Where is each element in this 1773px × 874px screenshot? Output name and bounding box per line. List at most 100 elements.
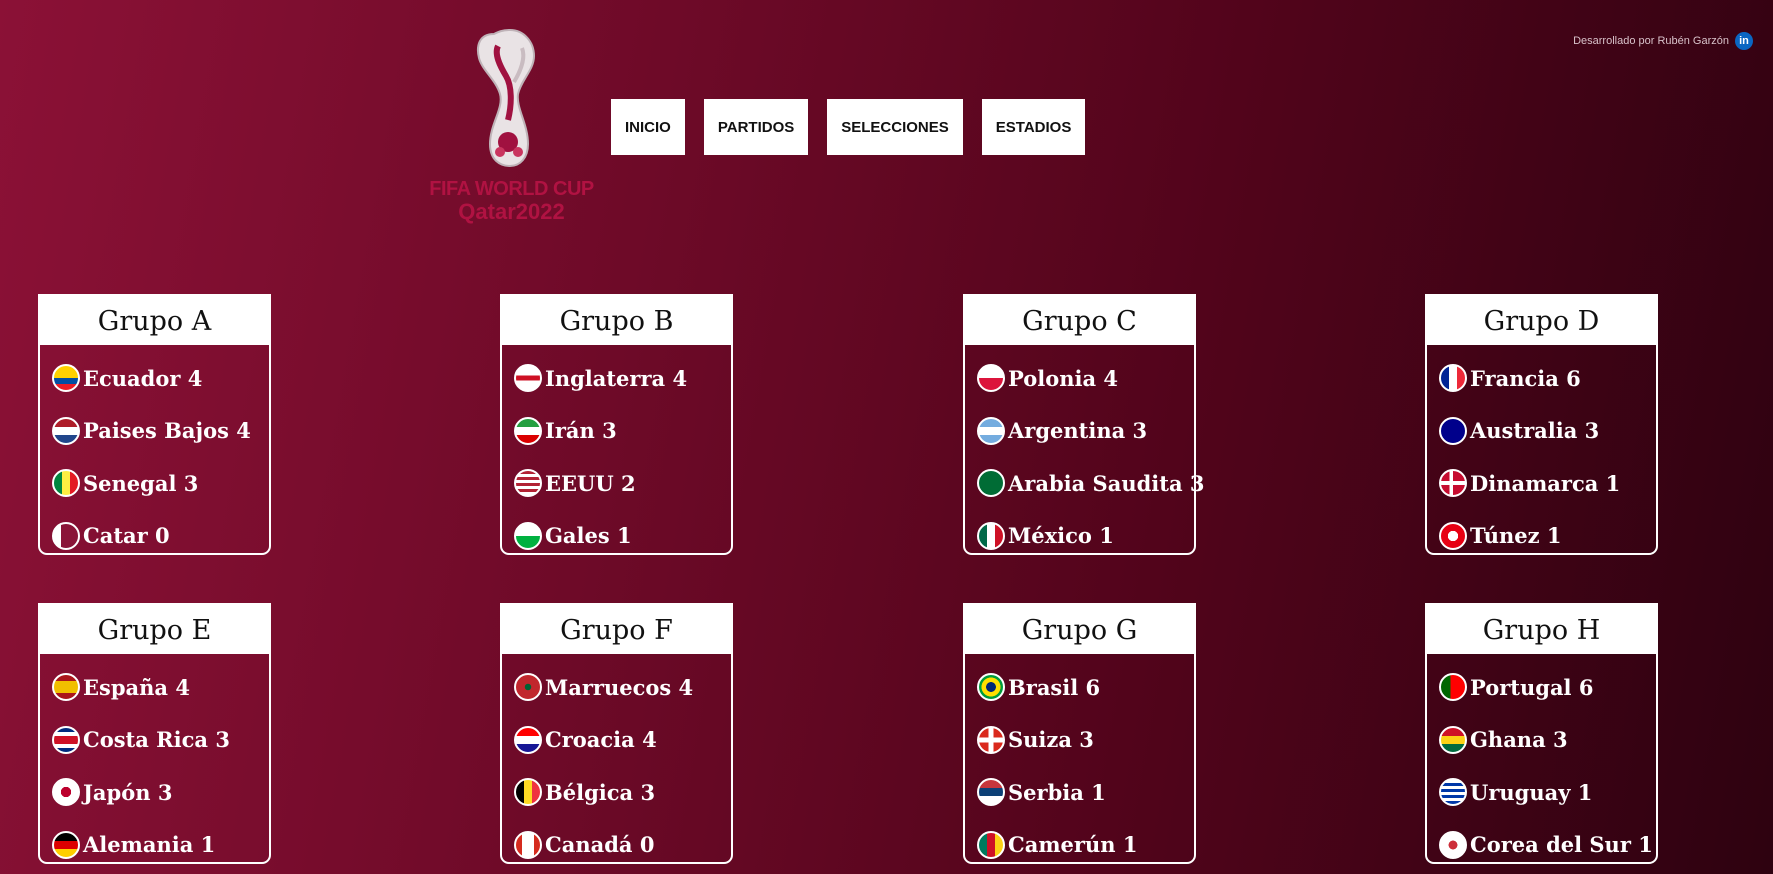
team-name: Túnez — [1470, 523, 1540, 549]
team-row[interactable]: Marruecos 4 — [514, 661, 731, 714]
team-row[interactable]: Catar 0 — [52, 510, 269, 563]
group-title: Grupo C — [965, 296, 1194, 345]
team-row[interactable]: Argentina 3 — [977, 405, 1194, 458]
team-row[interactable]: Francia 6 — [1439, 352, 1656, 405]
team-spacer — [1572, 675, 1579, 700]
team-list: España 4 Costa Rica 3 Japón 3 Alemania 1 — [40, 654, 269, 871]
group-card: Grupo H Portugal 6 Ghana 3 Uruguay 1 Corea d… — [1425, 603, 1658, 864]
team-row[interactable]: Costa Rica 3 — [52, 714, 269, 767]
team-name: Portugal — [1470, 674, 1572, 700]
team-row[interactable]: Polonia 4 — [977, 352, 1194, 405]
team-points: 4 — [672, 365, 688, 391]
team-row[interactable]: Canadá 0 — [514, 819, 731, 872]
england-flag-icon — [514, 364, 542, 393]
team-row[interactable]: Camerún 1 — [977, 819, 1194, 872]
team-row[interactable]: Paises Bajos 4 — [52, 405, 269, 458]
canada-flag-icon — [514, 830, 542, 859]
team-points: 1 — [1638, 832, 1653, 858]
team-name: Alemania — [83, 832, 194, 858]
team-spacer — [665, 366, 672, 391]
team-row[interactable]: Bélgica 3 — [514, 766, 731, 819]
team-row[interactable]: Suiza 3 — [977, 714, 1194, 767]
team-row[interactable]: Portugal 6 — [1439, 661, 1656, 714]
team-spacer — [148, 523, 155, 548]
team-name: Bélgica — [545, 779, 634, 805]
team-points: 6 — [1566, 365, 1581, 391]
group-card: Grupo E España 4 Costa Rica 3 Japón 3 Aleman… — [38, 603, 271, 864]
team-row[interactable]: Arabia Saudita 3 — [977, 457, 1205, 510]
team-points: 6 — [1085, 674, 1101, 700]
team-spacer — [1577, 418, 1584, 443]
australia-flag-icon — [1439, 416, 1467, 445]
team-points: 4 — [187, 365, 203, 391]
morocco-flag-icon — [514, 673, 542, 702]
group-title: Grupo F — [502, 605, 731, 654]
team-row[interactable]: Gales 1 — [514, 510, 731, 563]
team-spacer — [595, 418, 602, 443]
team-row[interactable]: México 1 — [977, 510, 1194, 563]
team-row[interactable]: Japón 3 — [52, 766, 269, 819]
team-points: 1 — [1091, 779, 1106, 805]
team-row[interactable]: Uruguay 1 — [1439, 766, 1656, 819]
team-points: 3 — [215, 727, 230, 753]
team-name: Inglaterra — [545, 365, 666, 391]
qatar-flag-icon — [52, 521, 80, 550]
team-name: Marruecos — [545, 674, 672, 700]
team-points: 4 — [678, 674, 694, 700]
team-points: 3 — [1132, 418, 1148, 444]
team-list: Brasil 6 Suiza 3 Serbia 1 Camerún 1 — [965, 654, 1194, 871]
costa-rica-flag-icon — [52, 725, 80, 754]
nav-inicio-button[interactable]: INICIO — [611, 99, 685, 155]
team-spacer — [633, 832, 640, 857]
team-points: 1 — [1099, 523, 1114, 549]
team-points: 3 — [1079, 727, 1094, 753]
team-name: Costa Rica — [83, 727, 208, 753]
nav-partidos-button[interactable]: PARTIDOS — [703, 99, 809, 155]
team-row[interactable]: EEUU 2 — [514, 457, 731, 510]
team-points: 3 — [1553, 727, 1568, 753]
japan-flag-icon — [52, 778, 80, 807]
team-row[interactable]: Australia 3 — [1439, 405, 1656, 458]
france-flag-icon — [1439, 364, 1467, 393]
team-name: Francia — [1470, 365, 1559, 391]
nav-estadios-button[interactable]: ESTADIOS — [981, 99, 1086, 155]
team-spacer — [1072, 727, 1079, 752]
team-points: 1 — [1605, 470, 1621, 496]
team-name: México — [1008, 523, 1092, 549]
team-row[interactable]: Senegal 3 — [52, 457, 269, 510]
group-card: Grupo A Ecuador 4 Paises Bajos 4 Senegal 3C… — [38, 294, 271, 555]
team-row[interactable]: Irán 3 — [514, 405, 731, 458]
team-name: Camerún — [1008, 832, 1116, 858]
team-spacer — [1598, 471, 1605, 496]
netherlands-flag-icon — [52, 416, 80, 445]
nav-selecciones-button[interactable]: SELECCIONES — [827, 99, 963, 155]
team-row[interactable]: Ghana 3 — [1439, 714, 1656, 767]
fifa-world-cup-logo[interactable]: FIFA WORLD CUP Qatar2022 — [424, 24, 599, 229]
team-row[interactable]: Dinamarca 1 — [1439, 457, 1656, 510]
team-name: Suiza — [1008, 727, 1072, 753]
team-name: Japón — [83, 779, 151, 805]
linkedin-icon[interactable]: in — [1735, 32, 1753, 50]
team-row[interactable]: Croacia 4 — [514, 714, 731, 767]
team-row[interactable]: Serbia 1 — [977, 766, 1194, 819]
team-row[interactable]: Túnez 1 — [1439, 510, 1656, 563]
team-row[interactable]: Alemania 1 — [52, 819, 269, 872]
team-spacer — [208, 727, 215, 752]
team-points: 1 — [1577, 779, 1593, 805]
team-points: 0 — [155, 523, 170, 549]
team-name: Croacia — [545, 727, 635, 753]
team-row[interactable]: Ecuador 4 — [52, 352, 269, 405]
team-row[interactable]: España 4 — [52, 661, 269, 714]
poland-flag-icon — [977, 364, 1005, 393]
logo-title: FIFA WORLD CUP — [429, 178, 594, 200]
denmark-flag-icon — [1439, 469, 1467, 498]
switzerland-flag-icon — [977, 725, 1005, 754]
team-row[interactable]: Brasil 6 — [977, 661, 1194, 714]
team-row[interactable]: Inglaterra 4 — [514, 352, 731, 405]
wales-flag-icon — [514, 521, 542, 550]
group-title: Grupo D — [1427, 296, 1656, 345]
team-row[interactable]: Corea del Sur 1 — [1439, 819, 1656, 872]
uruguay-flag-icon — [1439, 778, 1467, 807]
group-card: Grupo D Francia 6 Australia 3 Dinamarca 1 Tú… — [1425, 294, 1658, 555]
team-name: Serbia — [1008, 779, 1084, 805]
